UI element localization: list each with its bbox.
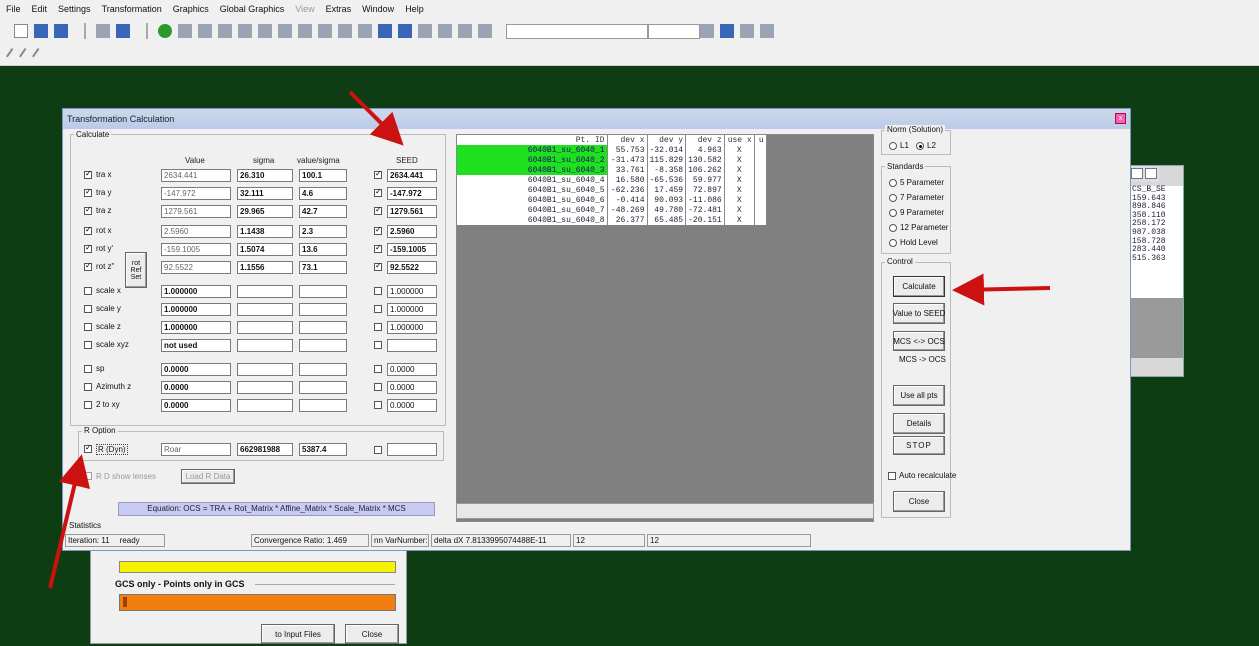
arrow-to-r-option [48,454,91,589]
arrow-to-seed [348,90,404,146]
annotation-arrows [48,90,1051,589]
arrow-to-calculate [952,273,1051,306]
